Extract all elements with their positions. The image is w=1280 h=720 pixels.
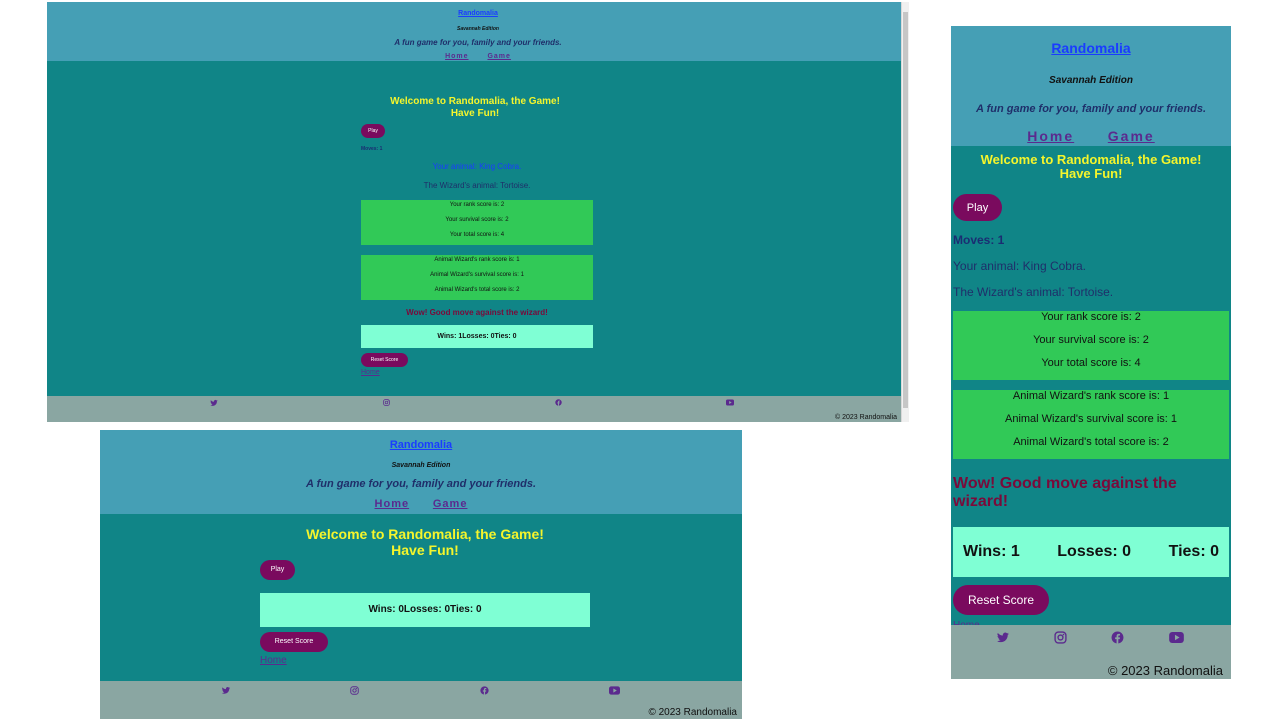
site-footer: © 2023 Randomalia [100,681,742,719]
reset-score-button[interactable]: Reset Score [361,353,408,367]
site-footer: © 2023 Randomalia [951,625,1231,679]
main-nav: Home Game [951,128,1231,144]
player-survival-score: Your survival score is: 2 [445,217,509,223]
scrollbar-thumb[interactable] [903,12,908,408]
mobile-screenshot: Randomalia Savannah Edition A fun game f… [951,26,1231,679]
your-animal: Your animal: King Cobra. [432,162,522,171]
wizard-animal: The Wizard's animal: Tortoise. [953,285,1114,299]
nav-home[interactable]: Home [1027,128,1074,144]
tablet-screenshot: Randomalia Savannah Edition A fun game f… [100,430,742,719]
player-total-score: Your total score is: 4 [449,232,505,238]
nav-home[interactable]: Home [375,498,410,510]
welcome-heading: Welcome to Randomalia, the Game! Have Fu… [951,146,1231,181]
reset-score-button[interactable]: Reset Score [953,585,1049,615]
site-title-link[interactable]: Randomalia [1051,40,1130,56]
wizard-total-score: Animal Wizard's total score is: 2 [1013,436,1169,448]
result-message: Wow! Good move against the wizard! [406,308,548,317]
tagline: A fun game for you, family and your frie… [394,38,562,47]
wizard-animal: The Wizard's animal: Tortoise. [423,181,531,190]
tagline: A fun game for you, family and your frie… [975,103,1206,115]
play-button[interactable]: Play [260,559,295,580]
main-nav: Home Game [47,53,909,60]
site-title-link[interactable]: Randomalia [458,10,498,17]
play-button[interactable]: Play [953,194,1002,221]
wins-count: Wins: 1 [963,543,1020,560]
reset-score-button[interactable]: Reset Score [260,631,328,652]
player-score-box: Your rank score is: 2 Your survival scor… [953,311,1229,380]
copyright: © 2023 Randomalia [648,707,737,718]
site-header: Randomalia Savannah Edition A fun game f… [951,26,1231,146]
twitter-icon[interactable] [996,631,1010,644]
twitter-icon[interactable] [210,399,218,407]
losses-count: Losses: 0 [1057,543,1132,560]
nav-game[interactable]: Game [487,53,510,60]
welcome-heading: Welcome to Randomalia, the Game! Have Fu… [47,96,903,120]
tagline: A fun game for you, family and your frie… [305,478,536,490]
facebook-icon[interactable] [555,399,562,406]
welcome-heading: Welcome to Randomalia, the Game! Have Fu… [100,526,742,558]
home-link[interactable]: Home [361,369,593,376]
wizard-survival-score: Animal Wizard's survival score is: 1 [430,272,524,278]
main-nav: Home Game [100,498,742,510]
site-header: Randomalia Savannah Edition A fun game f… [100,430,742,514]
instagram-icon[interactable] [383,399,390,406]
ties-count: Ties: 0 [1168,543,1219,560]
wizard-rank-score: Animal Wizard's rank score is: 1 [1012,390,1170,402]
welcome-line-1: Welcome to Randomalia, the Game! [390,96,560,107]
wizard-rank-score: Animal Wizard's rank score is: 1 [434,257,520,263]
youtube-icon[interactable] [609,686,620,695]
wizard-survival-score: Animal Wizard's survival score is: 1 [1004,413,1178,425]
copyright: © 2023 Randomalia [1107,663,1223,678]
facebook-icon[interactable] [480,686,489,695]
score-tally: Wins: 0Losses: 0Ties: 0 [260,592,590,627]
youtube-icon[interactable] [726,399,734,406]
nav-game[interactable]: Game [1108,128,1155,144]
player-score-box: Your rank score is: 2 Your survival scor… [361,200,593,245]
edition-label: Savannah Edition [1049,75,1133,86]
youtube-icon[interactable] [1169,632,1184,643]
nav-home[interactable]: Home [445,53,468,60]
home-link[interactable]: Home [260,655,590,666]
site-title-link[interactable]: Randomalia [390,439,452,451]
copyright: © 2023 Randomalia [835,414,897,421]
score-tally: Wins: 1 Losses: 0 Ties: 0 [953,527,1229,577]
site-footer: © 2023 Randomalia [47,396,909,422]
game-panel: Play Moves: 1 Your animal: King Cobra. T… [361,119,593,376]
score-tally: Wins: 1Losses: 0Ties: 0 [361,325,593,348]
game-panel: Play Wins: 0Losses: 0Ties: 0 Reset Score… [260,558,590,666]
edition-label: Savannah Edition [391,462,451,469]
result-message: Wow! Good move against the wizard! [953,475,1177,510]
play-button[interactable]: Play [361,124,385,138]
nav-game[interactable]: Game [433,498,468,510]
welcome-line-1: Welcome to Randomalia, the Game! [980,152,1202,167]
facebook-icon[interactable] [1111,631,1124,644]
twitter-icon[interactable] [221,686,231,695]
your-animal: Your animal: King Cobra. [953,259,1086,273]
game-panel: Play Moves: 1 Your animal: King Cobra. T… [951,181,1231,631]
wizard-total-score: Animal Wizard's total score is: 2 [434,287,520,293]
wizard-score-box: Animal Wizard's rank score is: 1 Animal … [361,255,593,300]
moves-counter: Moves: 1 [361,146,383,152]
welcome-line-2: Have Fun! [391,542,459,558]
moves-counter: Moves: 1 [953,233,1005,247]
player-survival-score: Your survival score is: 2 [1033,334,1149,346]
desktop-screenshot: Randomalia Savannah Edition A fun game f… [47,2,909,422]
player-rank-score: Your rank score is: 2 [1041,311,1141,323]
welcome-line-1: Welcome to Randomalia, the Game! [306,526,544,542]
site-header: Randomalia Savannah Edition A fun game f… [47,2,909,61]
player-rank-score: Your rank score is: 2 [449,202,505,208]
instagram-icon[interactable] [350,686,359,695]
player-total-score: Your total score is: 4 [1041,357,1141,369]
edition-label: Savannah Edition [457,26,499,32]
instagram-icon[interactable] [1054,631,1067,644]
wizard-score-box: Animal Wizard's rank score is: 1 Animal … [953,390,1229,459]
scrollbar[interactable] [901,2,909,422]
welcome-line-2: Have Fun! [1059,166,1123,181]
